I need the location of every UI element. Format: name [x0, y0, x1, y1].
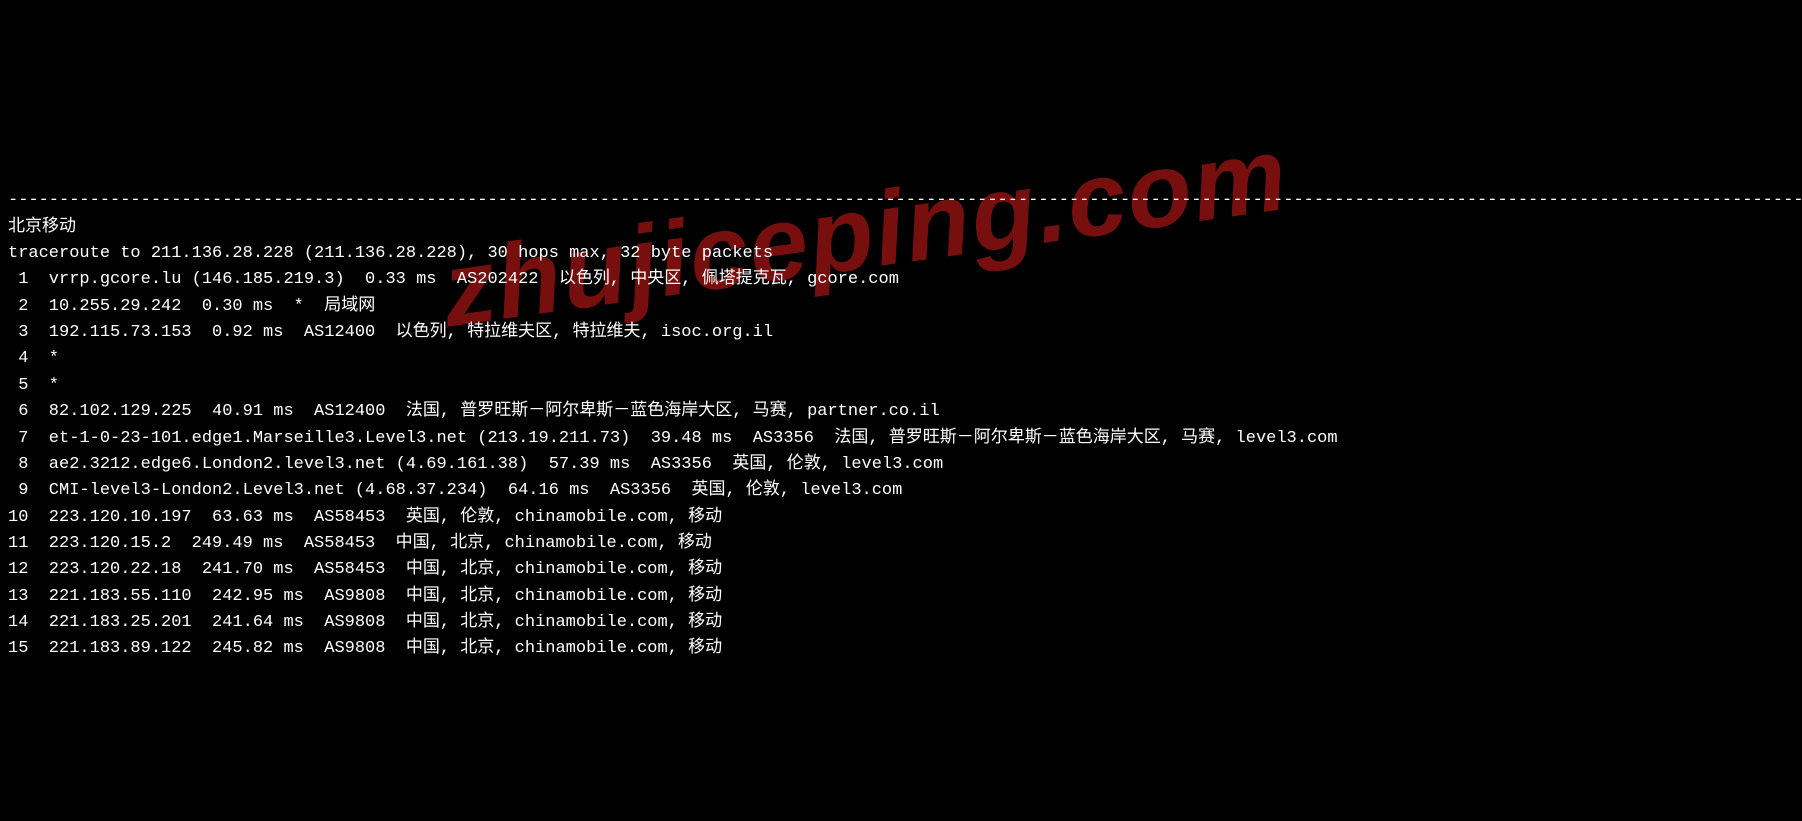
hops-list: 1 vrrp.gcore.lu (146.185.219.3) 0.33 ms … [8, 267, 1794, 662]
separator-line: ----------------------------------------… [8, 191, 1802, 210]
terminal-output: ----------------------------------------… [8, 162, 1794, 689]
traceroute-header: traceroute to 211.136.28.228 (211.136.28… [8, 244, 773, 263]
trace-title: 北京移动 [8, 218, 76, 237]
